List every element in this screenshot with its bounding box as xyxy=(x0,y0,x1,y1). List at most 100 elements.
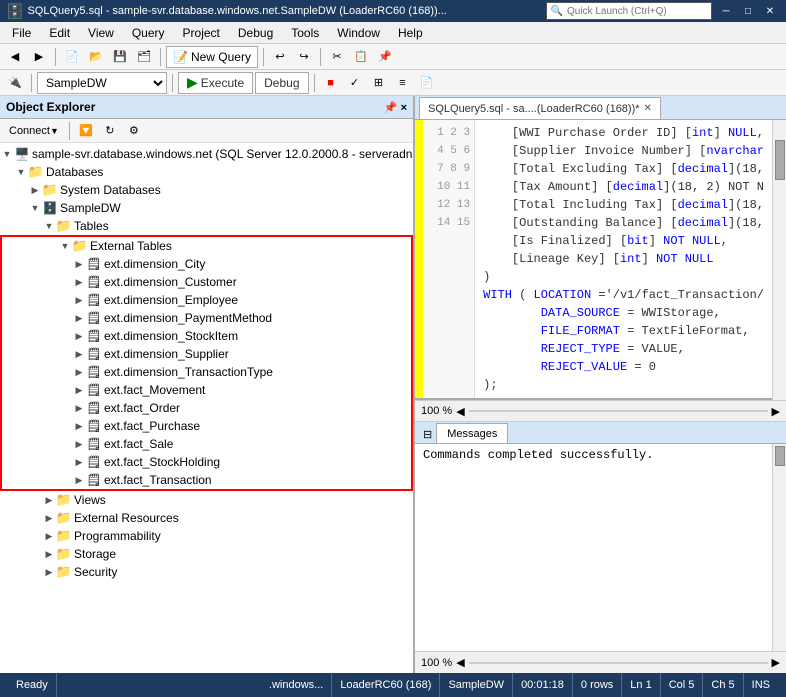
tree-system-databases[interactable]: ▶ 📁 System Databases xyxy=(0,181,413,199)
zoom-arrow-right[interactable]: ▶ xyxy=(772,405,780,418)
expand-ext-customer[interactable]: ▶ xyxy=(72,275,86,289)
expand-ext-stockitem[interactable]: ▶ xyxy=(72,329,86,343)
tree-databases[interactable]: ▼ 📁 Databases xyxy=(0,163,413,181)
tree-ext-city[interactable]: ▶ 🗒 ext.dimension_City xyxy=(2,255,411,273)
expand-views[interactable]: ▶ xyxy=(42,493,56,507)
paste-button[interactable]: 📌 xyxy=(374,47,396,67)
new-query-button[interactable]: 📝 New Query xyxy=(166,46,258,68)
expand-external-resources[interactable]: ▶ xyxy=(42,511,56,525)
tree-external-resources[interactable]: ▶ 📁 External Resources xyxy=(0,509,413,527)
connect-dropdown-icon[interactable]: ▼ xyxy=(50,126,59,136)
query-tab-main[interactable]: SQLQuery5.sql - sa....(LoaderRC60 (168))… xyxy=(419,97,661,119)
tree-server1[interactable]: ▼ 🖥️ sample-svr.database.windows.net (SQ… xyxy=(0,145,413,163)
tree-tables[interactable]: ▼ 📁 Tables xyxy=(0,217,413,235)
expand-ext-sale[interactable]: ▶ xyxy=(72,437,86,451)
save-all-button[interactable]: 🗂 xyxy=(133,47,155,67)
open-file-button[interactable]: 📂 xyxy=(85,47,107,67)
expand-ext-transaction[interactable]: ▶ xyxy=(72,473,86,487)
execute-button[interactable]: ▶ Execute xyxy=(178,72,253,94)
tree-storage[interactable]: ▶ 📁 Storage xyxy=(0,545,413,563)
expand-ext-employee[interactable]: ▶ xyxy=(72,293,86,307)
results-grid-button[interactable]: ⊞ xyxy=(368,73,390,93)
oe-header-pin[interactable]: 📌 × xyxy=(384,101,407,114)
menu-view[interactable]: View xyxy=(80,24,122,42)
menu-window[interactable]: Window xyxy=(329,24,388,42)
expand-ext-supplier[interactable]: ▶ xyxy=(72,347,86,361)
expand-server1[interactable]: ▼ xyxy=(0,147,14,161)
expand-ext-order[interactable]: ▶ xyxy=(72,401,86,415)
connect-db-button[interactable]: 🔌 xyxy=(4,73,26,93)
results-file-button[interactable]: 📄 xyxy=(416,73,438,93)
expand-ext-movement[interactable]: ▶ xyxy=(72,383,86,397)
close-button[interactable]: ✕ xyxy=(760,3,780,19)
tree-security[interactable]: ▶ 📁 Security xyxy=(0,563,413,581)
code-content[interactable]: [WWI Purchase Order ID] [int] NULL, [Sup… xyxy=(475,120,772,398)
undo-button[interactable]: ↩ xyxy=(269,47,291,67)
menu-file[interactable]: File xyxy=(4,24,39,42)
menu-tools[interactable]: Tools xyxy=(283,24,327,42)
back-button[interactable]: ◀ xyxy=(4,47,26,67)
expand-databases[interactable]: ▼ xyxy=(14,165,28,179)
quick-launch-input[interactable] xyxy=(567,6,707,17)
tree-sampledw[interactable]: ▼ 🗄️ SampleDW xyxy=(0,199,413,217)
expand-storage[interactable]: ▶ xyxy=(42,547,56,561)
code-scrollbar-track[interactable] xyxy=(772,120,786,400)
redo-button[interactable]: ↪ xyxy=(293,47,315,67)
expand-ext-city[interactable]: ▶ xyxy=(72,257,86,271)
expand-sampledw[interactable]: ▼ xyxy=(28,201,42,215)
tree-ext-employee[interactable]: ▶ 🗒 ext.dimension_Employee xyxy=(2,291,411,309)
save-button[interactable]: 💾 xyxy=(109,47,131,67)
oe-settings-button[interactable]: ⚙ xyxy=(123,121,145,141)
zoom-arrow-left[interactable]: ◀ xyxy=(456,405,464,418)
copy-button[interactable]: 📋 xyxy=(350,47,372,67)
expand-security[interactable]: ▶ xyxy=(42,565,56,579)
maximize-button[interactable]: □ xyxy=(738,3,758,19)
oe-connect-button[interactable]: Connect ▼ xyxy=(4,121,64,141)
expand-tables[interactable]: ▼ xyxy=(42,219,56,233)
tree-ext-purchase[interactable]: ▶ 🗒 ext.fact_Purchase xyxy=(2,417,411,435)
tree-ext-customer[interactable]: ▶ 🗒 ext.dimension_Customer xyxy=(2,273,411,291)
cut-button[interactable]: ✂ xyxy=(326,47,348,67)
menu-project[interactable]: Project xyxy=(175,24,228,42)
tree-views[interactable]: ▶ 📁 Views xyxy=(0,491,413,509)
tree-ext-order[interactable]: ▶ 🗒 ext.fact_Order xyxy=(2,399,411,417)
expand-ext-stockholding[interactable]: ▶ xyxy=(72,455,86,469)
zoom-arrow2-left[interactable]: ◀ xyxy=(456,656,464,669)
tab-close-button[interactable]: ✕ xyxy=(644,103,652,114)
forward-button[interactable]: ▶ xyxy=(28,47,50,67)
messages-scrollbar-track[interactable] xyxy=(772,444,786,651)
messages-tab[interactable]: Messages xyxy=(436,423,508,443)
debug-button[interactable]: Debug xyxy=(255,72,308,94)
results-text-button[interactable]: ≡ xyxy=(392,73,414,93)
code-editor[interactable]: 1 2 3 4 5 6 7 8 9 10 11 12 13 14 15 [WWI… xyxy=(415,120,772,400)
tree-external-tables[interactable]: ▼ 📁 External Tables xyxy=(2,237,411,255)
expand-system-databases[interactable]: ▶ xyxy=(28,183,42,197)
zoom-arrow2-right[interactable]: ▶ xyxy=(772,656,780,669)
oe-filter-button[interactable]: 🔽 xyxy=(75,121,97,141)
menu-help[interactable]: Help xyxy=(390,24,431,42)
menu-edit[interactable]: Edit xyxy=(41,24,78,42)
tree-ext-movement[interactable]: ▶ 🗒 ext.fact_Movement xyxy=(2,381,411,399)
expand-ext-transtype[interactable]: ▶ xyxy=(72,365,86,379)
code-scrollbar-thumb[interactable] xyxy=(775,140,785,180)
tree-ext-transaction[interactable]: ▶ 🗒 ext.fact_Transaction xyxy=(2,471,411,489)
expand-ext-payment[interactable]: ▶ xyxy=(72,311,86,325)
tree-ext-supplier[interactable]: ▶ 🗒 ext.dimension_Supplier xyxy=(2,345,411,363)
expand-ext-purchase[interactable]: ▶ xyxy=(72,419,86,433)
messages-scrollbar-thumb[interactable] xyxy=(775,446,785,466)
oe-refresh-button[interactable]: ↻ xyxy=(99,121,121,141)
tree-ext-stockitem[interactable]: ▶ 🗒 ext.dimension_StockItem xyxy=(2,327,411,345)
expand-external-tables[interactable]: ▼ xyxy=(58,239,72,253)
stop-button[interactable]: ■ xyxy=(320,73,342,93)
tree-ext-transtype[interactable]: ▶ 🗒 ext.dimension_TransactionType xyxy=(2,363,411,381)
new-file-button[interactable]: 📄 xyxy=(61,47,83,67)
expand-programmability[interactable]: ▶ xyxy=(42,529,56,543)
tree-ext-payment[interactable]: ▶ 🗒 ext.dimension_PaymentMethod xyxy=(2,309,411,327)
tree-ext-sale[interactable]: ▶ 🗒 ext.fact_Sale xyxy=(2,435,411,453)
tree-programmability[interactable]: ▶ 📁 Programmability xyxy=(0,527,413,545)
tree-ext-stockholding[interactable]: ▶ 🗒 ext.fact_StockHolding xyxy=(2,453,411,471)
database-selector[interactable]: SampleDW xyxy=(37,72,167,94)
menu-query[interactable]: Query xyxy=(124,24,173,42)
parse-button[interactable]: ✓ xyxy=(344,73,366,93)
minimize-button[interactable]: ─ xyxy=(716,3,736,19)
